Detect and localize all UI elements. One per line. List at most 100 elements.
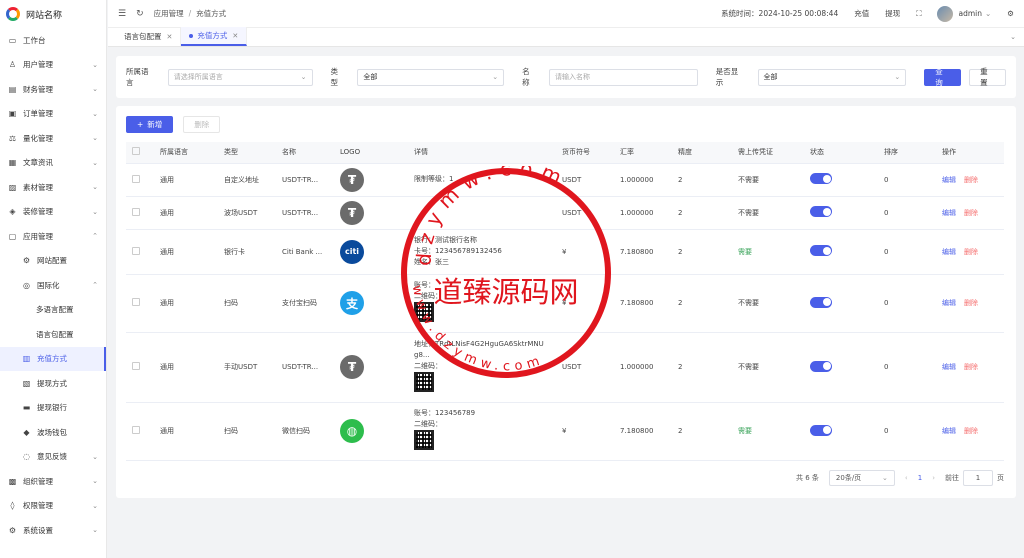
status-toggle[interactable] [810, 360, 832, 372]
refresh-icon[interactable]: ↻ [136, 9, 144, 19]
edit-link[interactable]: 编辑 [942, 248, 956, 256]
show-select[interactable]: 全部 ⌄ [757, 68, 907, 86]
edit-link[interactable]: 编辑 [942, 427, 956, 435]
edit-link[interactable]: 编辑 [942, 299, 956, 307]
qr-code-icon[interactable] [414, 302, 434, 322]
search-button[interactable]: 查询 [924, 67, 962, 87]
row-checkbox[interactable] [126, 196, 154, 230]
user-menu[interactable]: admin ⌄ [937, 5, 992, 22]
row-checkbox[interactable] [126, 274, 154, 333]
delete-link[interactable]: 删除 [964, 209, 978, 217]
cell-logo: ₮ [334, 196, 408, 230]
status-toggle[interactable] [810, 296, 832, 308]
sidebar-item-label: 波场钱包 [37, 427, 67, 437]
add-button[interactable]: + 新增 [126, 116, 174, 133]
cell-sort: 0 [878, 229, 936, 275]
table-row[interactable]: 通用 扫码 微信扫码 ◍ 账号：123456789 二维码： ¥ 7.180800… [126, 402, 1004, 461]
status-toggle[interactable] [810, 206, 832, 217]
sidebar-item[interactable]: ◌ 意见反馈 ⌄ [0, 445, 106, 470]
row-checkbox[interactable] [126, 332, 154, 403]
row-checkbox[interactable] [126, 163, 154, 197]
chevron-down-icon[interactable]: ⌄ [1010, 33, 1016, 41]
image-icon: ▨ [8, 182, 17, 192]
sidebar-item[interactable]: ▬ 提现银行 [0, 396, 106, 421]
sidebar-item[interactable]: ▭ 工作台 [0, 28, 106, 53]
edit-link[interactable]: 编辑 [942, 363, 956, 371]
delete-link[interactable]: 删除 [964, 427, 978, 435]
language-select[interactable]: 请选择所属语言 ⌄ [167, 68, 313, 86]
chevron-down-icon: ⌄ [984, 9, 992, 18]
select-all-checkbox[interactable] [126, 142, 154, 164]
row-checkbox[interactable] [126, 402, 154, 461]
page-number[interactable]: 1 [918, 474, 922, 482]
withdraw-link[interactable]: 提现 [885, 8, 900, 19]
sidebar-item[interactable]: ⚙ 网站配置 [0, 249, 106, 274]
next-page-icon[interactable]: › [932, 474, 935, 482]
recharge-link[interactable]: 充值 [854, 8, 869, 19]
goto-input[interactable]: 1 [963, 470, 993, 486]
delete-link[interactable]: 删除 [964, 176, 978, 184]
status-toggle[interactable] [810, 173, 832, 184]
table-row[interactable]: 通用 波场USDT USDT-TR... ₮ USDT 1.000000 2 不… [126, 196, 1004, 230]
settings-icon[interactable]: ⚙ [1007, 9, 1014, 18]
sidebar-item[interactable]: 语言包配置 [0, 322, 106, 347]
delete-link[interactable]: 删除 [964, 363, 978, 371]
tab-language-pack[interactable]: 语言包配置 ✕ [116, 27, 182, 46]
prev-page-icon[interactable]: ‹ [905, 474, 908, 482]
sidebar-item[interactable]: ▥ 充值方式 [0, 346, 106, 371]
chevron-down-icon: ⌄ [92, 207, 98, 216]
cell-logo: ₮ [334, 163, 408, 197]
sidebar-item[interactable]: ◊ 权限管理 ⌄ [0, 494, 106, 519]
qr-code-icon[interactable] [414, 430, 434, 450]
sidebar-item[interactable]: ▦ 文章资讯 ⌄ [0, 151, 106, 176]
sidebar-item[interactable]: ♙ 用户管理 ⌄ [0, 53, 106, 78]
delete-button[interactable]: 删除 [183, 116, 221, 133]
order-icon: ▣ [8, 109, 17, 119]
sidebar-item[interactable]: ◈ 装修管理 ⌄ [0, 200, 106, 225]
chart-icon: ▤ [8, 84, 17, 94]
sidebar-item[interactable]: ▢ 应用管理 ⌃ [0, 224, 106, 249]
app-logo[interactable]: 网站名称 [0, 0, 106, 28]
org-icon: ▩ [8, 476, 17, 486]
sidebar-item[interactable]: ◎ 国际化 ⌃ [0, 273, 106, 298]
edit-link[interactable]: 编辑 [942, 176, 956, 184]
sidebar-item[interactable]: ▩ 组织管理 ⌄ [0, 469, 106, 494]
table-row[interactable]: 通用 扫码 支付宝扫码 支 账号： 二维码： ¥ 7.180800 2 不需要 0… [126, 274, 1004, 333]
sidebar-item[interactable]: ▧ 提现方式 [0, 371, 106, 396]
menu-fold-icon[interactable]: ☰ [118, 9, 126, 19]
sidebar-item[interactable]: ▤ 财务管理 ⌄ [0, 77, 106, 102]
cell-type: 扫码 [218, 402, 276, 461]
chevron-down-icon: ⌄ [92, 109, 98, 118]
sidebar-item[interactable]: ⚙ 系统设置 ⌄ [0, 518, 106, 543]
topbar-right: 系统时间：2024-10-25 00:08:44 充值 提现 ⛶ admin ⌄… [705, 5, 1014, 22]
reset-button[interactable]: 重置 [969, 67, 1006, 87]
status-toggle[interactable] [810, 424, 832, 436]
close-icon[interactable]: ✕ [232, 32, 238, 40]
cell-sort: 0 [878, 332, 936, 403]
tab-recharge-method[interactable]: 充值方式 ✕ [181, 27, 248, 46]
name-input[interactable]: 请输入名称 [549, 68, 698, 86]
table-row[interactable]: 通用 自定义地址 USDT-TR... ₮ 限制等级：1 USDT 1.0000… [126, 163, 1004, 197]
status-toggle[interactable] [810, 245, 832, 256]
close-icon[interactable]: ✕ [167, 33, 173, 41]
sidebar-item[interactable]: ▣ 订单管理 ⌄ [0, 102, 106, 127]
sidebar-item[interactable]: 多语言配置 [0, 298, 106, 323]
fullscreen-icon[interactable]: ⛶ [916, 9, 921, 19]
detail-line: 账号： [414, 281, 435, 289]
avatar [937, 5, 954, 22]
row-checkbox[interactable] [126, 229, 154, 275]
cell-rate: 7.180800 [614, 274, 672, 333]
qr-code-icon[interactable] [414, 371, 434, 392]
tab-label: 充值方式 [197, 31, 228, 40]
sidebar-item[interactable]: ◆ 波场钱包 [0, 420, 106, 445]
delete-link[interactable]: 删除 [964, 248, 978, 256]
edit-link[interactable]: 编辑 [942, 209, 956, 217]
sidebar-item[interactable]: ▨ 素材管理 ⌄ [0, 175, 106, 200]
page-size-select[interactable]: 20条/页 ⌄ [828, 470, 895, 486]
delete-link[interactable]: 删除 [964, 299, 978, 307]
breadcrumb-item[interactable]: 应用管理 [154, 8, 184, 19]
table-row[interactable]: 通用 手动USDT USDT-TR... ₮ 地址：TRdtLNisF4G2Hg… [126, 332, 1004, 403]
type-select[interactable]: 全部 ⌄ [357, 68, 505, 86]
sidebar-item[interactable]: ⚖ 量化管理 ⌄ [0, 126, 106, 151]
table-row[interactable]: 通用 银行卡 Citi Bank ... citi 银行：测试银行名称 卡号：12… [126, 229, 1004, 275]
